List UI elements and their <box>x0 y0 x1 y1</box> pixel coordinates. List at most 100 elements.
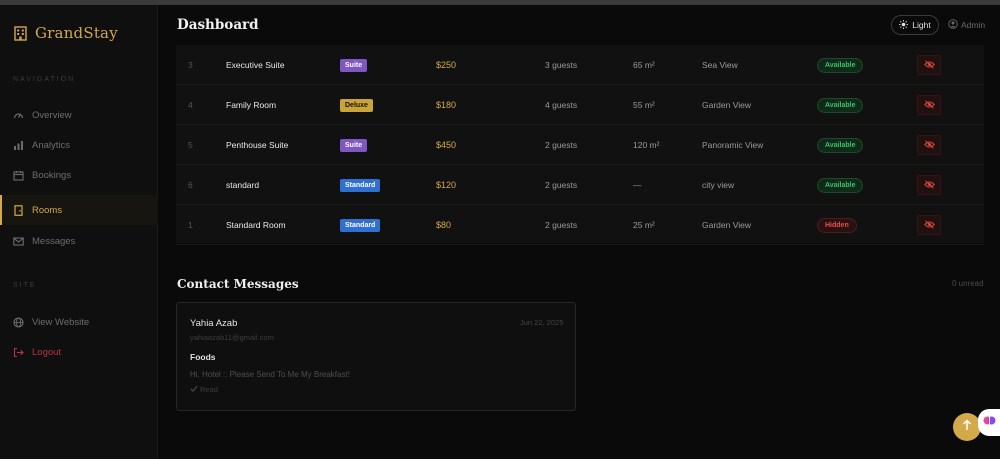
sidebar-item-overview[interactable]: Overview <box>0 100 158 130</box>
room-type-badge: Suite <box>340 138 368 152</box>
toggle-visibility-button[interactable] <box>917 55 941 75</box>
room-type-cell: Deluxe <box>340 85 373 125</box>
sidebar-item-view-website[interactable]: View Website <box>0 307 158 337</box>
room-status-cell: Hidden <box>817 205 857 245</box>
arrow-up-icon <box>962 418 972 436</box>
eye-slash-icon <box>923 99 935 111</box>
sidebar-item-label: Messages <box>32 235 76 247</box>
top-header: Dashboard Light Admin <box>158 5 1000 45</box>
room-guests: 2 guests <box>545 180 578 190</box>
room-type-badge: Suite <box>340 58 368 72</box>
room-guests: 2 guests <box>545 140 578 150</box>
table-row: 6 standard Standard $120 2 guests — city… <box>176 165 984 205</box>
room-name: Penthouse Suite <box>226 140 289 150</box>
sidebar-section-site: Site <box>13 282 37 289</box>
theme-toggle-button[interactable]: Light <box>891 15 939 35</box>
room-id: 1 <box>188 220 193 230</box>
room-price: $80 <box>436 220 452 230</box>
sun-icon <box>899 19 909 31</box>
room-guests: 2 guests <box>545 220 578 230</box>
user-name: Admin <box>961 20 986 30</box>
page-title: Dashboard <box>177 17 259 33</box>
sidebar-item-label: Overview <box>32 109 72 121</box>
room-action-cell <box>917 45 941 85</box>
room-action-cell <box>917 165 941 205</box>
room-id: 5 <box>188 140 193 150</box>
room-type-cell: Suite <box>340 125 368 165</box>
room-type-cell: Standard <box>340 165 381 205</box>
room-status-cell: Available <box>817 125 864 165</box>
status-badge[interactable]: Available <box>817 57 864 73</box>
toggle-visibility-button[interactable] <box>917 215 941 235</box>
status-badge[interactable]: Available <box>817 137 864 153</box>
room-guests: 4 guests <box>545 100 578 110</box>
room-name: Standard Room <box>226 220 286 230</box>
room-type-cell: Suite <box>340 45 368 85</box>
table-row: 3 Executive Suite Suite $250 3 guests 65… <box>176 45 984 85</box>
sidebar-item-label: Bookings <box>32 169 72 181</box>
assistant-widget-button[interactable] <box>978 409 1000 436</box>
user-circle-icon <box>948 19 958 31</box>
room-type-cell: Standard <box>340 205 381 245</box>
message-sender-name: Yahia Azab <box>190 318 238 329</box>
room-action-cell <box>917 125 941 165</box>
unread-count: 0 unread <box>952 279 984 288</box>
room-price: $250 <box>436 60 457 70</box>
room-action-cell <box>917 205 941 245</box>
message-subject: Foods <box>190 352 216 362</box>
user-menu[interactable]: Admin <box>948 15 985 35</box>
status-badge[interactable]: Available <box>817 97 864 113</box>
status-badge[interactable]: Hidden <box>817 217 857 233</box>
room-name: Executive Suite <box>226 60 285 70</box>
sidebar-item-label: Analytics <box>32 139 71 151</box>
brand-name: GrandStay <box>35 24 118 42</box>
gauge-icon <box>13 110 24 121</box>
room-size: — <box>633 180 642 190</box>
sidebar-item-label: View Website <box>32 316 90 328</box>
room-type-badge: Standard <box>340 178 381 192</box>
message-body: Hi, Hotel :: Please Send To Me My Breakf… <box>190 370 350 379</box>
sidebar-item-logout[interactable]: Logout <box>0 337 158 367</box>
sidebar-item-label: Rooms <box>32 204 63 216</box>
envelope-icon <box>13 236 24 247</box>
message-date: Jun 22, 2025 <box>520 318 564 327</box>
toggle-visibility-button[interactable] <box>917 175 941 195</box>
room-price: $180 <box>436 100 457 110</box>
sidebar-item-analytics[interactable]: Analytics <box>0 130 158 160</box>
message-card[interactable]: Yahia Azab Jun 22, 2025 yahiaazab11@gmai… <box>176 302 576 411</box>
sidebar-item-bookings[interactable]: Bookings <box>0 160 158 190</box>
eye-slash-icon <box>923 59 935 71</box>
room-view: Garden View <box>702 220 751 230</box>
room-size: 55 m² <box>633 100 655 110</box>
room-action-cell <box>917 85 941 125</box>
sidebar-item-rooms[interactable]: Rooms <box>0 195 158 225</box>
door-icon <box>13 204 24 216</box>
sidebar-item-messages[interactable]: Messages <box>0 226 158 256</box>
logout-icon <box>13 347 24 358</box>
eye-slash-icon <box>923 179 935 191</box>
room-size: 25 m² <box>633 220 655 230</box>
room-view: Panoramic View <box>702 140 764 150</box>
room-view: Sea View <box>702 60 738 70</box>
brain-icon <box>983 414 996 432</box>
calendar-icon <box>13 170 24 181</box>
room-status-cell: Available <box>817 45 864 85</box>
eye-slash-icon <box>923 139 935 151</box>
sidebar-item-label: Logout <box>32 346 62 358</box>
room-view: city view <box>702 180 735 190</box>
hotel-icon <box>14 25 27 41</box>
toggle-visibility-button[interactable] <box>917 95 941 115</box>
message-read-status: Read <box>190 385 218 394</box>
toggle-visibility-button[interactable] <box>917 135 941 155</box>
bar-chart-icon <box>13 140 24 151</box>
status-badge[interactable]: Available <box>817 177 864 193</box>
message-sender-email[interactable]: yahiaazab11@gmail.com <box>190 333 274 342</box>
room-type-badge: Standard <box>340 218 381 232</box>
message-read-label: Read <box>200 385 218 394</box>
room-id: 4 <box>188 100 193 110</box>
sidebar-section-navigation: Navigation <box>13 76 76 83</box>
room-name: standard <box>226 180 260 190</box>
brand-logo[interactable]: GrandStay <box>14 24 118 42</box>
table-row: 5 Penthouse Suite Suite $450 2 guests 12… <box>176 125 984 165</box>
scroll-to-top-button[interactable] <box>953 413 981 441</box>
